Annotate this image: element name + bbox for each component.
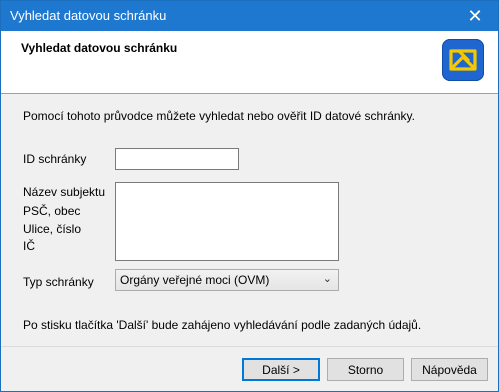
close-icon[interactable]: ✕	[452, 1, 498, 31]
street-number-label: Ulice, číslo	[23, 222, 82, 236]
title-bar[interactable]: Vyhledat datovou schránku ✕	[1, 1, 498, 31]
search-note: Po stisku tlačítka 'Další' bude zahájeno…	[23, 318, 422, 332]
header-title: Vyhledat datovou schránku	[21, 41, 178, 55]
divider	[1, 346, 498, 347]
cancel-button-label: Storno	[347, 362, 384, 377]
next-button-label: Další >	[262, 362, 300, 377]
cancel-button[interactable]: Storno	[327, 358, 404, 381]
intro-text: Pomocí tohoto průvodce můžete vyhledat n…	[23, 109, 415, 123]
postal-city-label: PSČ, obec	[23, 204, 81, 218]
type-select[interactable]: Orgány veřejné moci (OVM) ⌄	[115, 269, 339, 291]
help-button[interactable]: Nápověda	[411, 358, 488, 381]
type-label: Typ schránky	[23, 275, 94, 289]
databox-logo-icon	[442, 39, 484, 81]
help-button-label: Nápověda	[422, 362, 477, 377]
dialog-window: Vyhledat datovou schránku ✕ Vyhledat dat…	[0, 0, 499, 392]
type-select-value: Orgány veřejné moci (OVM)	[120, 273, 270, 287]
ico-label: IČ	[23, 239, 35, 253]
id-label: ID schránky	[23, 152, 87, 166]
subject-textarea[interactable]	[115, 182, 339, 261]
subject-name-label: Název subjektu	[23, 185, 106, 199]
id-input[interactable]	[115, 148, 239, 170]
window-title: Vyhledat datovou schránku	[10, 8, 167, 23]
next-button[interactable]: Další >	[242, 358, 320, 381]
chevron-down-icon: ⌄	[322, 273, 332, 285]
wizard-header: Vyhledat datovou schránku	[1, 31, 498, 94]
